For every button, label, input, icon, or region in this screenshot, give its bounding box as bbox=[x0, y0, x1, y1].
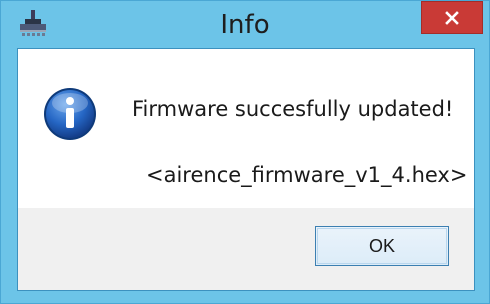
message-area: Firmware succesfully updated! <airence_f… bbox=[18, 49, 474, 208]
window-title: Info bbox=[220, 10, 270, 40]
close-icon bbox=[445, 11, 459, 25]
dialog-window: Info Firmware succesfully updated! <aire… bbox=[0, 0, 490, 304]
ok-button[interactable]: OK bbox=[315, 226, 449, 266]
message-text: Firmware succesfully updated! bbox=[132, 97, 454, 121]
close-button[interactable] bbox=[421, 1, 483, 34]
firmware-filename: <airence_firmware_v1_4.hex> bbox=[146, 163, 468, 187]
title-bar[interactable]: Info bbox=[1, 1, 489, 40]
information-icon bbox=[43, 87, 97, 141]
dialog-body: Firmware succesfully updated! <airence_f… bbox=[17, 48, 475, 291]
